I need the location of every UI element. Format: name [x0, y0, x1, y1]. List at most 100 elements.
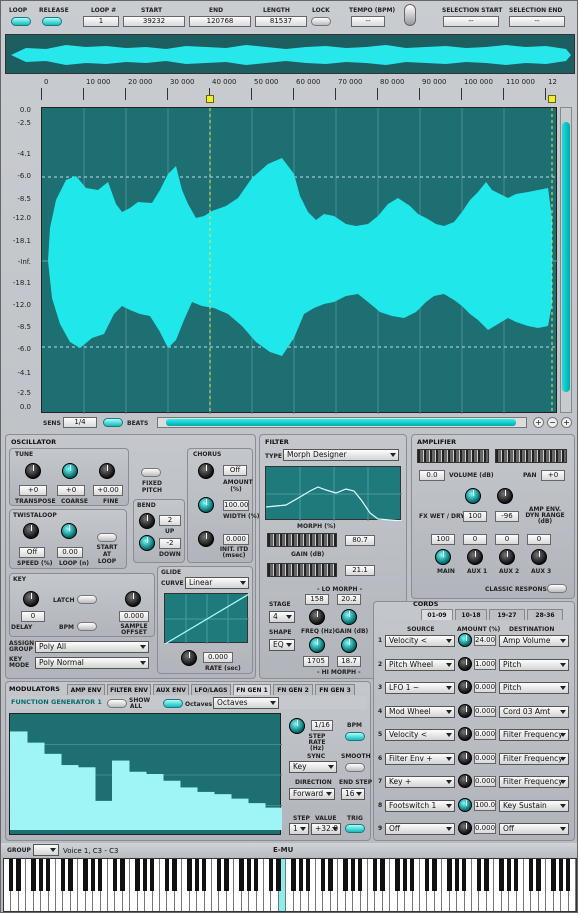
black-key[interactable] — [194, 859, 199, 891]
black-key[interactable] — [409, 859, 415, 891]
black-key[interactable] — [528, 859, 534, 891]
black-key[interactable] — [372, 859, 378, 891]
aux1-field[interactable]: 0 — [463, 534, 487, 545]
lo-gain-knob[interactable] — [341, 609, 357, 625]
horizontal-scroll-thumb[interactable] — [166, 419, 516, 426]
black-key[interactable] — [120, 859, 125, 891]
cord-amount-knob[interactable] — [458, 633, 472, 647]
start-at-loop-toggle[interactable] — [97, 533, 117, 542]
black-key[interactable] — [506, 859, 511, 891]
grid-toggle[interactable] — [163, 699, 183, 708]
black-key[interactable] — [60, 859, 66, 891]
black-key[interactable] — [112, 859, 118, 891]
sample-offset-field[interactable]: 0.000 — [119, 611, 149, 622]
classic-response-toggle[interactable] — [547, 584, 567, 593]
vertical-scroll-thumb[interactable] — [562, 122, 570, 392]
glide-rate-knob[interactable] — [181, 650, 197, 666]
black-key[interactable] — [68, 859, 73, 891]
shape-dropdown[interactable]: EQ — [269, 639, 295, 651]
volume-slider[interactable] — [417, 449, 489, 463]
fg-step-bar[interactable] — [10, 731, 28, 830]
black-key[interactable] — [536, 859, 541, 891]
selection-start-field[interactable]: -- — [443, 16, 499, 27]
cord-destination-dropdown[interactable]: Filter Frequency — [499, 729, 569, 741]
loop-end-marker-icon[interactable] — [548, 95, 556, 103]
fg-step-bar[interactable] — [78, 767, 96, 830]
black-key[interactable] — [447, 859, 452, 891]
black-key[interactable] — [97, 859, 103, 891]
direction-dropdown[interactable]: Forward — [289, 788, 335, 800]
mod-tab-aux-env[interactable]: AUX ENV — [153, 684, 189, 695]
speed-field[interactable]: Off — [19, 547, 45, 558]
mod-tab-lfo-lags[interactable]: LFO/LAGS — [191, 684, 231, 695]
selection-end-field[interactable]: -- — [509, 16, 565, 27]
grid-dropdown[interactable]: Octaves — [213, 697, 279, 709]
env-range-field[interactable]: -96 — [495, 511, 519, 522]
sample-offset-knob[interactable] — [125, 591, 141, 607]
black-key[interactable] — [320, 859, 326, 891]
morph-slider[interactable] — [267, 533, 337, 547]
smooth-toggle[interactable] — [345, 763, 365, 772]
aux2-knob[interactable] — [499, 549, 515, 565]
black-key[interactable] — [172, 859, 177, 891]
black-key[interactable] — [551, 859, 556, 891]
vertical-zoom-scrollbar[interactable] — [560, 107, 572, 413]
lock-toggle[interactable] — [311, 17, 331, 26]
assign-group-dropdown[interactable]: Poly All — [35, 641, 149, 653]
black-key[interactable] — [380, 859, 385, 891]
step-dropdown[interactable]: 1 — [289, 823, 309, 835]
sync-dropdown[interactable]: Key — [289, 761, 337, 773]
fine-field[interactable]: +0.00 — [93, 485, 123, 496]
fg-step-bar[interactable] — [214, 794, 232, 830]
cord-destination-dropdown[interactable]: Off — [499, 823, 569, 835]
cords-tab-10-18[interactable]: 10-18 — [455, 609, 487, 620]
black-key[interactable] — [298, 859, 303, 891]
black-key[interactable] — [216, 859, 222, 891]
sens-field[interactable]: 1/4 — [63, 417, 97, 428]
chorus-width-field[interactable]: 100.00 — [223, 500, 249, 511]
cords-tab-19-27[interactable]: 19-27 — [489, 609, 525, 620]
zoom-out-icon[interactable]: − — [547, 417, 558, 428]
main-knob[interactable] — [435, 549, 451, 565]
cord-destination-dropdown[interactable]: Pitch — [499, 682, 569, 694]
tempo-field[interactable]: -- — [351, 16, 385, 27]
beats-toggle[interactable] — [103, 418, 123, 427]
chorus-itd-knob[interactable] — [198, 531, 214, 547]
black-key[interactable] — [424, 859, 430, 891]
fg-step-bar[interactable] — [95, 800, 113, 830]
speed-knob[interactable] — [23, 523, 39, 539]
fg-step-bar[interactable] — [197, 791, 215, 830]
black-key[interactable] — [402, 859, 407, 891]
tempo-lock-icon[interactable] — [404, 4, 416, 26]
keyboard[interactable] — [3, 858, 577, 912]
cord-amount-field[interactable]: 100.0 — [474, 799, 496, 811]
chorus-width-knob[interactable] — [198, 497, 214, 513]
fg-step-bar[interactable] — [265, 807, 283, 830]
cord-destination-dropdown[interactable]: Filter Frequency — [499, 752, 569, 765]
morph-field[interactable]: 80.7 — [345, 535, 375, 546]
transpose-field[interactable]: +0 — [19, 485, 47, 496]
bend-up-knob[interactable] — [139, 513, 155, 529]
lo-gain-field[interactable]: 20.2 — [337, 594, 361, 605]
horizontal-scrollbar[interactable] — [157, 417, 527, 428]
chorus-amount-knob[interactable] — [198, 463, 214, 479]
hi-freq-knob[interactable] — [309, 637, 325, 653]
end-field[interactable]: 120768 — [189, 16, 251, 27]
cord-source-dropdown[interactable]: Velocity < — [385, 635, 455, 647]
black-key[interactable] — [31, 859, 36, 891]
black-key[interactable] — [16, 859, 21, 891]
fg-step-bar[interactable] — [163, 780, 181, 830]
chorus-amount-field[interactable]: Off — [223, 465, 247, 476]
mod-tab-fn-gen-1[interactable]: FN GEN 1 — [233, 684, 271, 695]
fg-step-bar[interactable] — [231, 798, 249, 830]
bend-down-knob[interactable] — [139, 535, 155, 551]
black-key[interactable] — [328, 859, 333, 891]
cord-source-dropdown[interactable]: LFO 1 ~ — [385, 682, 455, 694]
aux3-field[interactable]: 0 — [527, 534, 551, 545]
cord-amount-field[interactable]: 0.000 — [474, 729, 496, 740]
black-key[interactable] — [253, 859, 259, 891]
mod-tab-filter-env[interactable]: FILTER ENV — [107, 684, 151, 695]
filter-type-dropdown[interactable]: Morph Designer — [283, 449, 399, 461]
black-key[interactable] — [135, 859, 140, 891]
group-dropdown[interactable] — [33, 844, 59, 856]
